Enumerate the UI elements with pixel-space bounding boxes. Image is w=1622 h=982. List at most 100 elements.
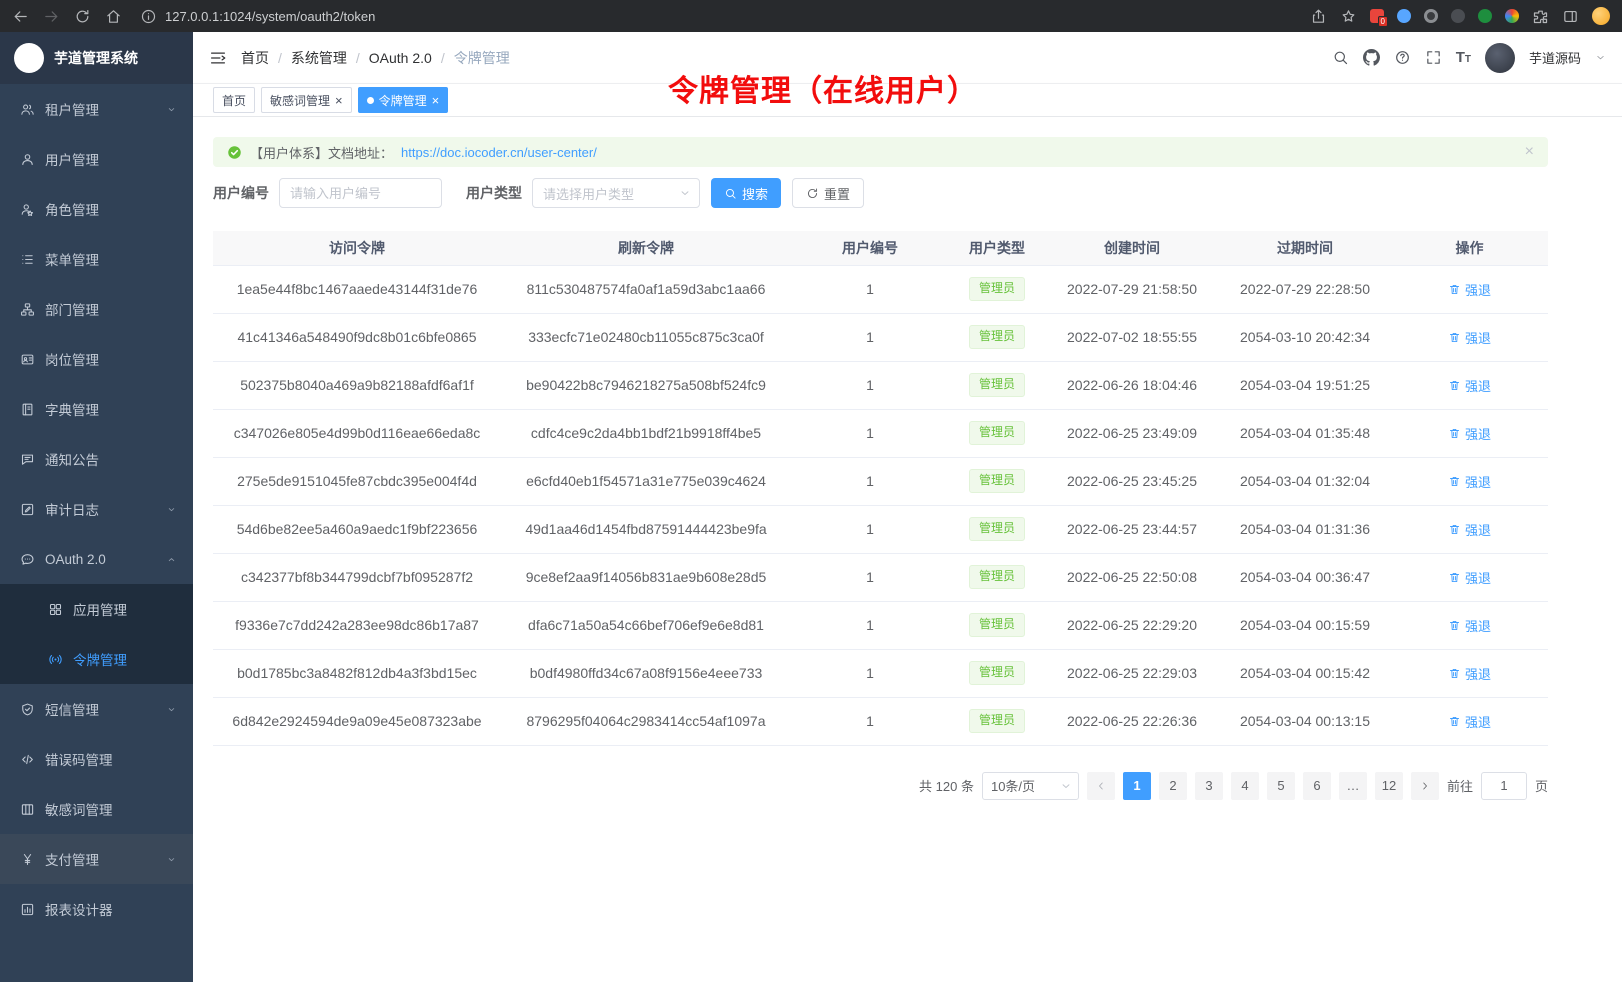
extension-icon-ring[interactable] bbox=[1424, 9, 1438, 23]
user-type-badge: 管理员 bbox=[969, 325, 1025, 349]
breadcrumb: 首页/ 系统管理/ OAuth 2.0/ 令牌管理 bbox=[241, 48, 510, 68]
home-icon[interactable] bbox=[105, 8, 122, 25]
font-size-icon[interactable]: TT bbox=[1456, 50, 1471, 65]
force-logout-button[interactable]: 强退 bbox=[1448, 568, 1491, 587]
reset-button[interactable]: 重置 bbox=[792, 178, 864, 208]
page-button-2[interactable]: 2 bbox=[1159, 772, 1187, 800]
url-text: 127.0.0.1:1024/system/oauth2/token bbox=[165, 9, 375, 24]
extension-icon-dark[interactable] bbox=[1451, 9, 1465, 23]
sidebar-item-sms-management[interactable]: 短信管理 bbox=[0, 684, 193, 734]
force-logout-button[interactable]: 强退 bbox=[1448, 472, 1491, 491]
breadcrumb-oauth[interactable]: OAuth 2.0 bbox=[369, 50, 432, 66]
sidebar-item-token-management[interactable]: 令牌管理 bbox=[0, 634, 193, 684]
page-button-4[interactable]: 4 bbox=[1231, 772, 1259, 800]
goto-page-input[interactable] bbox=[1481, 772, 1527, 800]
user-type-select[interactable]: 请选择用户类型 bbox=[532, 178, 700, 208]
force-logout-button[interactable]: 强退 bbox=[1448, 424, 1491, 443]
tab-home[interactable]: 首页 bbox=[213, 87, 255, 113]
sidebar-item-report-designer[interactable]: 报表设计器 bbox=[0, 884, 193, 934]
tab-token-management[interactable]: 令牌管理× bbox=[358, 87, 449, 113]
breadcrumb-home[interactable]: 首页 bbox=[241, 48, 269, 68]
sidebar-item-label: 字典管理 bbox=[45, 399, 177, 419]
force-logout-button[interactable]: 强退 bbox=[1448, 520, 1491, 539]
page-button-3[interactable]: 3 bbox=[1195, 772, 1223, 800]
dictionary-icon bbox=[20, 402, 35, 417]
app-logo[interactable]: 芋道管理系统 bbox=[0, 32, 193, 84]
page-button-1[interactable]: 1 bbox=[1123, 772, 1151, 800]
bar-chart-icon bbox=[20, 902, 35, 917]
breadcrumb-system[interactable]: 系统管理 bbox=[291, 48, 347, 68]
force-logout-button[interactable]: 强退 bbox=[1448, 616, 1491, 635]
sidebar-item-post-management[interactable]: 岗位管理 bbox=[0, 334, 193, 384]
forward-icon[interactable] bbox=[43, 8, 60, 25]
sidebar-item-audit-log[interactable]: 审计日志 bbox=[0, 484, 193, 534]
sidebar-item-sensitive-word[interactable]: 敏感词管理 bbox=[0, 784, 193, 834]
table-row: c342377bf8b344799dcbf7bf095287f29ce8ef2a… bbox=[213, 553, 1548, 601]
page-button-5[interactable]: 5 bbox=[1267, 772, 1295, 800]
force-logout-button[interactable]: 强退 bbox=[1448, 712, 1491, 731]
doc-link[interactable]: https://doc.iocoder.cn/user-center/ bbox=[401, 145, 597, 160]
site-info-icon[interactable] bbox=[140, 8, 157, 25]
browser-chrome: 127.0.0.1:1024/system/oauth2/token 0 bbox=[0, 0, 1622, 32]
sidebar-item-role-management[interactable]: 角色管理 bbox=[0, 184, 193, 234]
sidebar-item-label: 岗位管理 bbox=[45, 349, 177, 369]
sidebar-item-label: 租户管理 bbox=[45, 99, 156, 119]
shield-icon bbox=[20, 702, 35, 717]
username[interactable]: 芋道源码 bbox=[1529, 48, 1581, 67]
chevron-down-icon[interactable] bbox=[1595, 52, 1606, 63]
page-content: 【用户体系】文档地址： https://doc.iocoder.cn/user-… bbox=[193, 117, 1622, 982]
trash-icon bbox=[1448, 283, 1461, 296]
force-logout-button[interactable]: 强退 bbox=[1448, 664, 1491, 683]
sidebar-item-dept-management[interactable]: 部门管理 bbox=[0, 284, 193, 334]
extension-icon-blue[interactable] bbox=[1397, 9, 1411, 23]
sidebar-item-notice[interactable]: 通知公告 bbox=[0, 434, 193, 484]
sidebar-item-label: 令牌管理 bbox=[73, 649, 177, 669]
next-page-button[interactable] bbox=[1411, 772, 1439, 800]
sidebar-item-oauth[interactable]: OAuth 2.0 bbox=[0, 534, 193, 584]
sidebar-item-tenant-management[interactable]: 租户管理 bbox=[0, 84, 193, 134]
extension-icon-multicolor[interactable] bbox=[1505, 9, 1519, 23]
browser-profile-avatar[interactable] bbox=[1592, 7, 1610, 25]
sidebar-item-dict-management[interactable]: 字典管理 bbox=[0, 384, 193, 434]
help-icon[interactable] bbox=[1394, 49, 1411, 66]
extension-icon-red[interactable]: 0 bbox=[1370, 9, 1384, 23]
page-button-12[interactable]: 12 bbox=[1375, 772, 1403, 800]
user-icon bbox=[20, 152, 35, 167]
reload-icon[interactable] bbox=[74, 8, 91, 25]
github-icon[interactable] bbox=[1363, 49, 1380, 66]
force-logout-button[interactable]: 强退 bbox=[1448, 376, 1491, 395]
search-icon[interactable] bbox=[1332, 49, 1349, 66]
page-button-6[interactable]: 6 bbox=[1303, 772, 1331, 800]
sidebar-item-label: 角色管理 bbox=[45, 199, 177, 219]
close-icon[interactable]: × bbox=[432, 94, 440, 107]
close-icon[interactable]: × bbox=[335, 94, 343, 107]
sidebar-item-payment[interactable]: 支付管理 bbox=[0, 834, 193, 884]
share-icon[interactable] bbox=[1310, 8, 1327, 25]
org-tree-icon bbox=[20, 302, 35, 317]
page-size-select[interactable]: 10条/页 bbox=[982, 772, 1079, 800]
sidebar-toggle-icon[interactable] bbox=[209, 49, 227, 67]
url-bar[interactable]: 127.0.0.1:1024/system/oauth2/token bbox=[136, 8, 711, 25]
puzzle-extensions-icon[interactable] bbox=[1532, 8, 1549, 25]
sidebar-item-menu-management[interactable]: 菜单管理 bbox=[0, 234, 193, 284]
side-panel-icon[interactable] bbox=[1562, 8, 1579, 25]
sidebar: 芋道管理系统 租户管理 用户管理 角色管理 菜单管理 部门管理 bbox=[0, 32, 193, 982]
tab-sensitive-word[interactable]: 敏感词管理× bbox=[261, 87, 352, 113]
sidebar-item-label: 错误码管理 bbox=[45, 749, 177, 769]
sidebar-item-user-management[interactable]: 用户管理 bbox=[0, 134, 193, 184]
force-logout-button[interactable]: 强退 bbox=[1448, 280, 1491, 299]
extension-icon-green[interactable] bbox=[1478, 9, 1492, 23]
sidebar-item-app-management[interactable]: 应用管理 bbox=[0, 584, 193, 634]
alert-close-icon[interactable]: × bbox=[1525, 144, 1534, 160]
sidebar-item-error-code[interactable]: 错误码管理 bbox=[0, 734, 193, 784]
page-ellipsis[interactable]: … bbox=[1339, 772, 1367, 800]
force-logout-button[interactable]: 强退 bbox=[1448, 328, 1491, 347]
app-logo-image bbox=[14, 43, 44, 73]
search-button[interactable]: 搜索 bbox=[711, 178, 781, 208]
user-id-input[interactable] bbox=[279, 178, 442, 208]
prev-page-button[interactable] bbox=[1087, 772, 1115, 800]
user-avatar[interactable] bbox=[1485, 43, 1515, 73]
back-icon[interactable] bbox=[12, 8, 29, 25]
fullscreen-icon[interactable] bbox=[1425, 49, 1442, 66]
bookmark-star-icon[interactable] bbox=[1340, 8, 1357, 25]
